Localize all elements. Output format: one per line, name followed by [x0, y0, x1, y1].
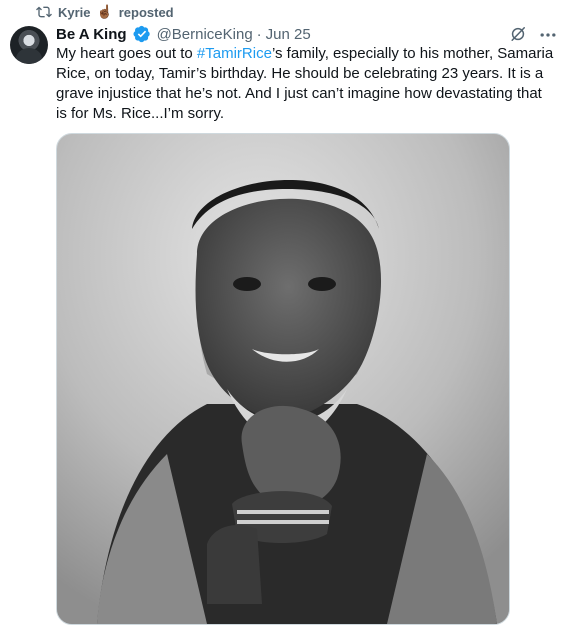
author-name[interactable]: Be A King — [56, 26, 127, 43]
grok-icon[interactable] — [508, 24, 528, 44]
tweet-text-start: My heart goes out to — [56, 45, 197, 62]
hashtag-link[interactable]: #TamirRice — [197, 45, 272, 62]
author-handle[interactable]: @BerniceKing — [157, 26, 253, 43]
repost-emoji: ☝🏾 — [96, 4, 113, 19]
verified-badge-icon[interactable] — [133, 25, 151, 43]
repost-user[interactable]: Kyrie — [58, 5, 91, 20]
photo-portrait — [57, 134, 509, 624]
repost-icon — [36, 6, 52, 18]
avatar[interactable] — [10, 26, 48, 64]
media-image[interactable] — [56, 133, 510, 625]
more-icon[interactable] — [538, 25, 558, 45]
repost-label: reposted — [118, 4, 174, 20]
repost-indicator[interactable]: Kyrie ☝🏾 reposted — [36, 3, 174, 21]
date-separator: · — [256, 25, 262, 43]
tweet-header: Be A King @BerniceKing · Jun 25 — [56, 24, 508, 44]
tweet-text: My heart goes out to #TamirRice’s family… — [56, 44, 556, 124]
tweet-date[interactable]: Jun 25 — [266, 26, 311, 43]
